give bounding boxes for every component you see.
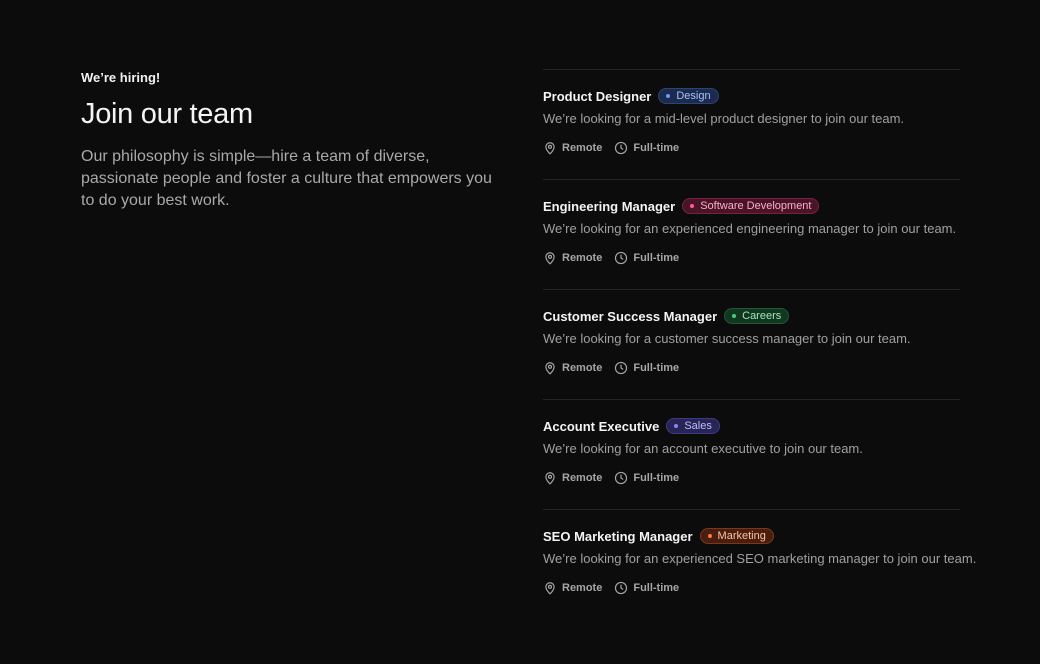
job-header: Account Executive Sales (543, 417, 720, 435)
job-type: Full-time (614, 471, 679, 485)
page-title: Join our team (81, 98, 253, 130)
job-description: We’re looking for an account executive t… (543, 441, 863, 456)
map-pin-icon (545, 582, 555, 595)
job-description: We’re looking for a customer success man… (543, 331, 911, 346)
clock-icon (615, 471, 628, 485)
job-header: SEO Marketing Manager Marketing (543, 527, 774, 545)
job-tag-badge: Software Development (682, 198, 820, 214)
job-type: Full-time (614, 141, 679, 155)
job-list: Product Designer Design We’re looking fo… (543, 69, 976, 619)
map-pin-icon (545, 472, 555, 485)
job-location: Remote (543, 251, 602, 265)
job-type-label: Full-time (633, 582, 680, 594)
map-pin-icon (545, 252, 555, 265)
clock-icon (615, 361, 628, 375)
job-location-label: Remote (562, 472, 603, 484)
job-description: We’re looking for a mid-level product de… (543, 111, 905, 126)
job-type-label: Full-time (633, 472, 680, 484)
job-type-label: Full-time (633, 362, 680, 374)
job-location: Remote (543, 581, 602, 595)
job-type-label: Full-time (633, 252, 680, 264)
job-meta: Remote Full-time (543, 361, 691, 375)
job-type: Full-time (614, 251, 679, 265)
job-tag-badge: Marketing (699, 528, 774, 544)
job-title[interactable]: Account Executive (543, 419, 659, 434)
job-title[interactable]: Product Designer (543, 89, 651, 104)
job-location-label: Remote (562, 252, 603, 264)
clock-icon (615, 141, 628, 155)
job-tag-label: Sales (684, 420, 712, 432)
job-title[interactable]: Engineering Manager (543, 199, 675, 214)
job-tag-label: Software Development (700, 200, 812, 212)
map-pin-icon (545, 362, 555, 375)
tag-dot-icon (666, 94, 671, 98)
job-item[interactable]: Product Designer Design We’re looking fo… (543, 69, 960, 179)
job-meta: Remote Full-time (543, 471, 691, 485)
job-tag-label: Marketing (717, 530, 766, 542)
job-tag-label: Careers (742, 310, 782, 322)
job-tag-badge: Design (658, 88, 719, 104)
job-item[interactable]: Customer Success Manager Careers We’re l… (543, 289, 960, 399)
job-location: Remote (543, 141, 602, 155)
job-type: Full-time (614, 361, 679, 375)
job-item[interactable]: Account Executive Sales We’re looking fo… (543, 399, 960, 509)
job-item[interactable]: SEO Marketing Manager Marketing We’re lo… (543, 509, 976, 619)
job-header: Engineering Manager Software Development (543, 197, 820, 215)
job-meta: Remote Full-time (543, 141, 691, 155)
job-location-label: Remote (562, 142, 603, 154)
job-title[interactable]: SEO Marketing Manager (543, 529, 693, 544)
job-description: We’re looking for an experienced enginee… (543, 221, 957, 236)
job-meta: Remote Full-time (543, 581, 691, 595)
intro-section: We’re hiring! Join our team Our philosop… (81, 70, 511, 212)
job-location: Remote (543, 471, 602, 485)
map-pin-icon (545, 142, 555, 155)
job-location-label: Remote (562, 362, 603, 374)
job-tag-label: Design (676, 90, 711, 102)
job-header: Customer Success Manager Careers (543, 307, 790, 325)
job-header: Product Designer Design (543, 87, 719, 105)
job-tag-badge: Careers (724, 308, 790, 324)
clock-icon (615, 251, 628, 265)
job-type: Full-time (614, 581, 679, 595)
job-meta: Remote Full-time (543, 251, 691, 265)
hiring-eyebrow: We’re hiring! (81, 70, 161, 85)
tag-dot-icon (674, 424, 679, 428)
tag-dot-icon (690, 204, 695, 208)
job-location-label: Remote (562, 582, 603, 594)
job-type-label: Full-time (633, 142, 680, 154)
job-location: Remote (543, 361, 602, 375)
tag-dot-icon (707, 534, 712, 538)
job-tag-badge: Sales (666, 418, 720, 434)
clock-icon (615, 581, 628, 595)
tag-dot-icon (732, 314, 737, 318)
job-title[interactable]: Customer Success Manager (543, 309, 717, 324)
job-item[interactable]: Engineering Manager Software Development… (543, 179, 960, 289)
job-description: We’re looking for an experienced SEO mar… (543, 551, 977, 566)
page-subtitle: Our philosophy is simple—hire a team of … (81, 148, 492, 209)
